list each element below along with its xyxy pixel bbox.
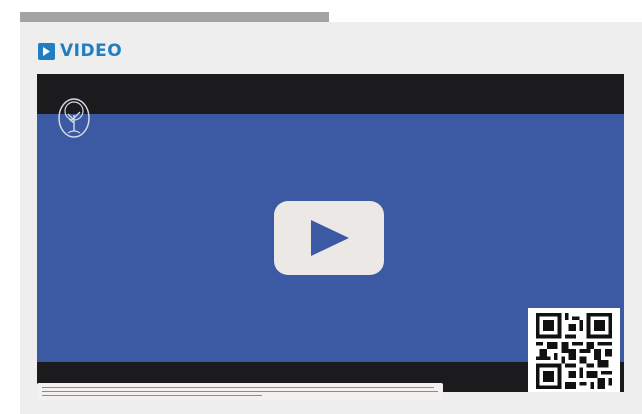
section-title: VIDEO [60, 41, 123, 61]
play-icon [311, 220, 349, 256]
caption-text [37, 383, 443, 400]
top-divider-bar [20, 12, 329, 22]
video-player[interactable] [37, 74, 624, 392]
play-button[interactable] [274, 201, 384, 275]
tree-emblem-icon [58, 98, 90, 138]
qr-code-icon [528, 308, 620, 392]
section-header: VIDEO [38, 41, 122, 61]
play-icon [38, 42, 55, 60]
